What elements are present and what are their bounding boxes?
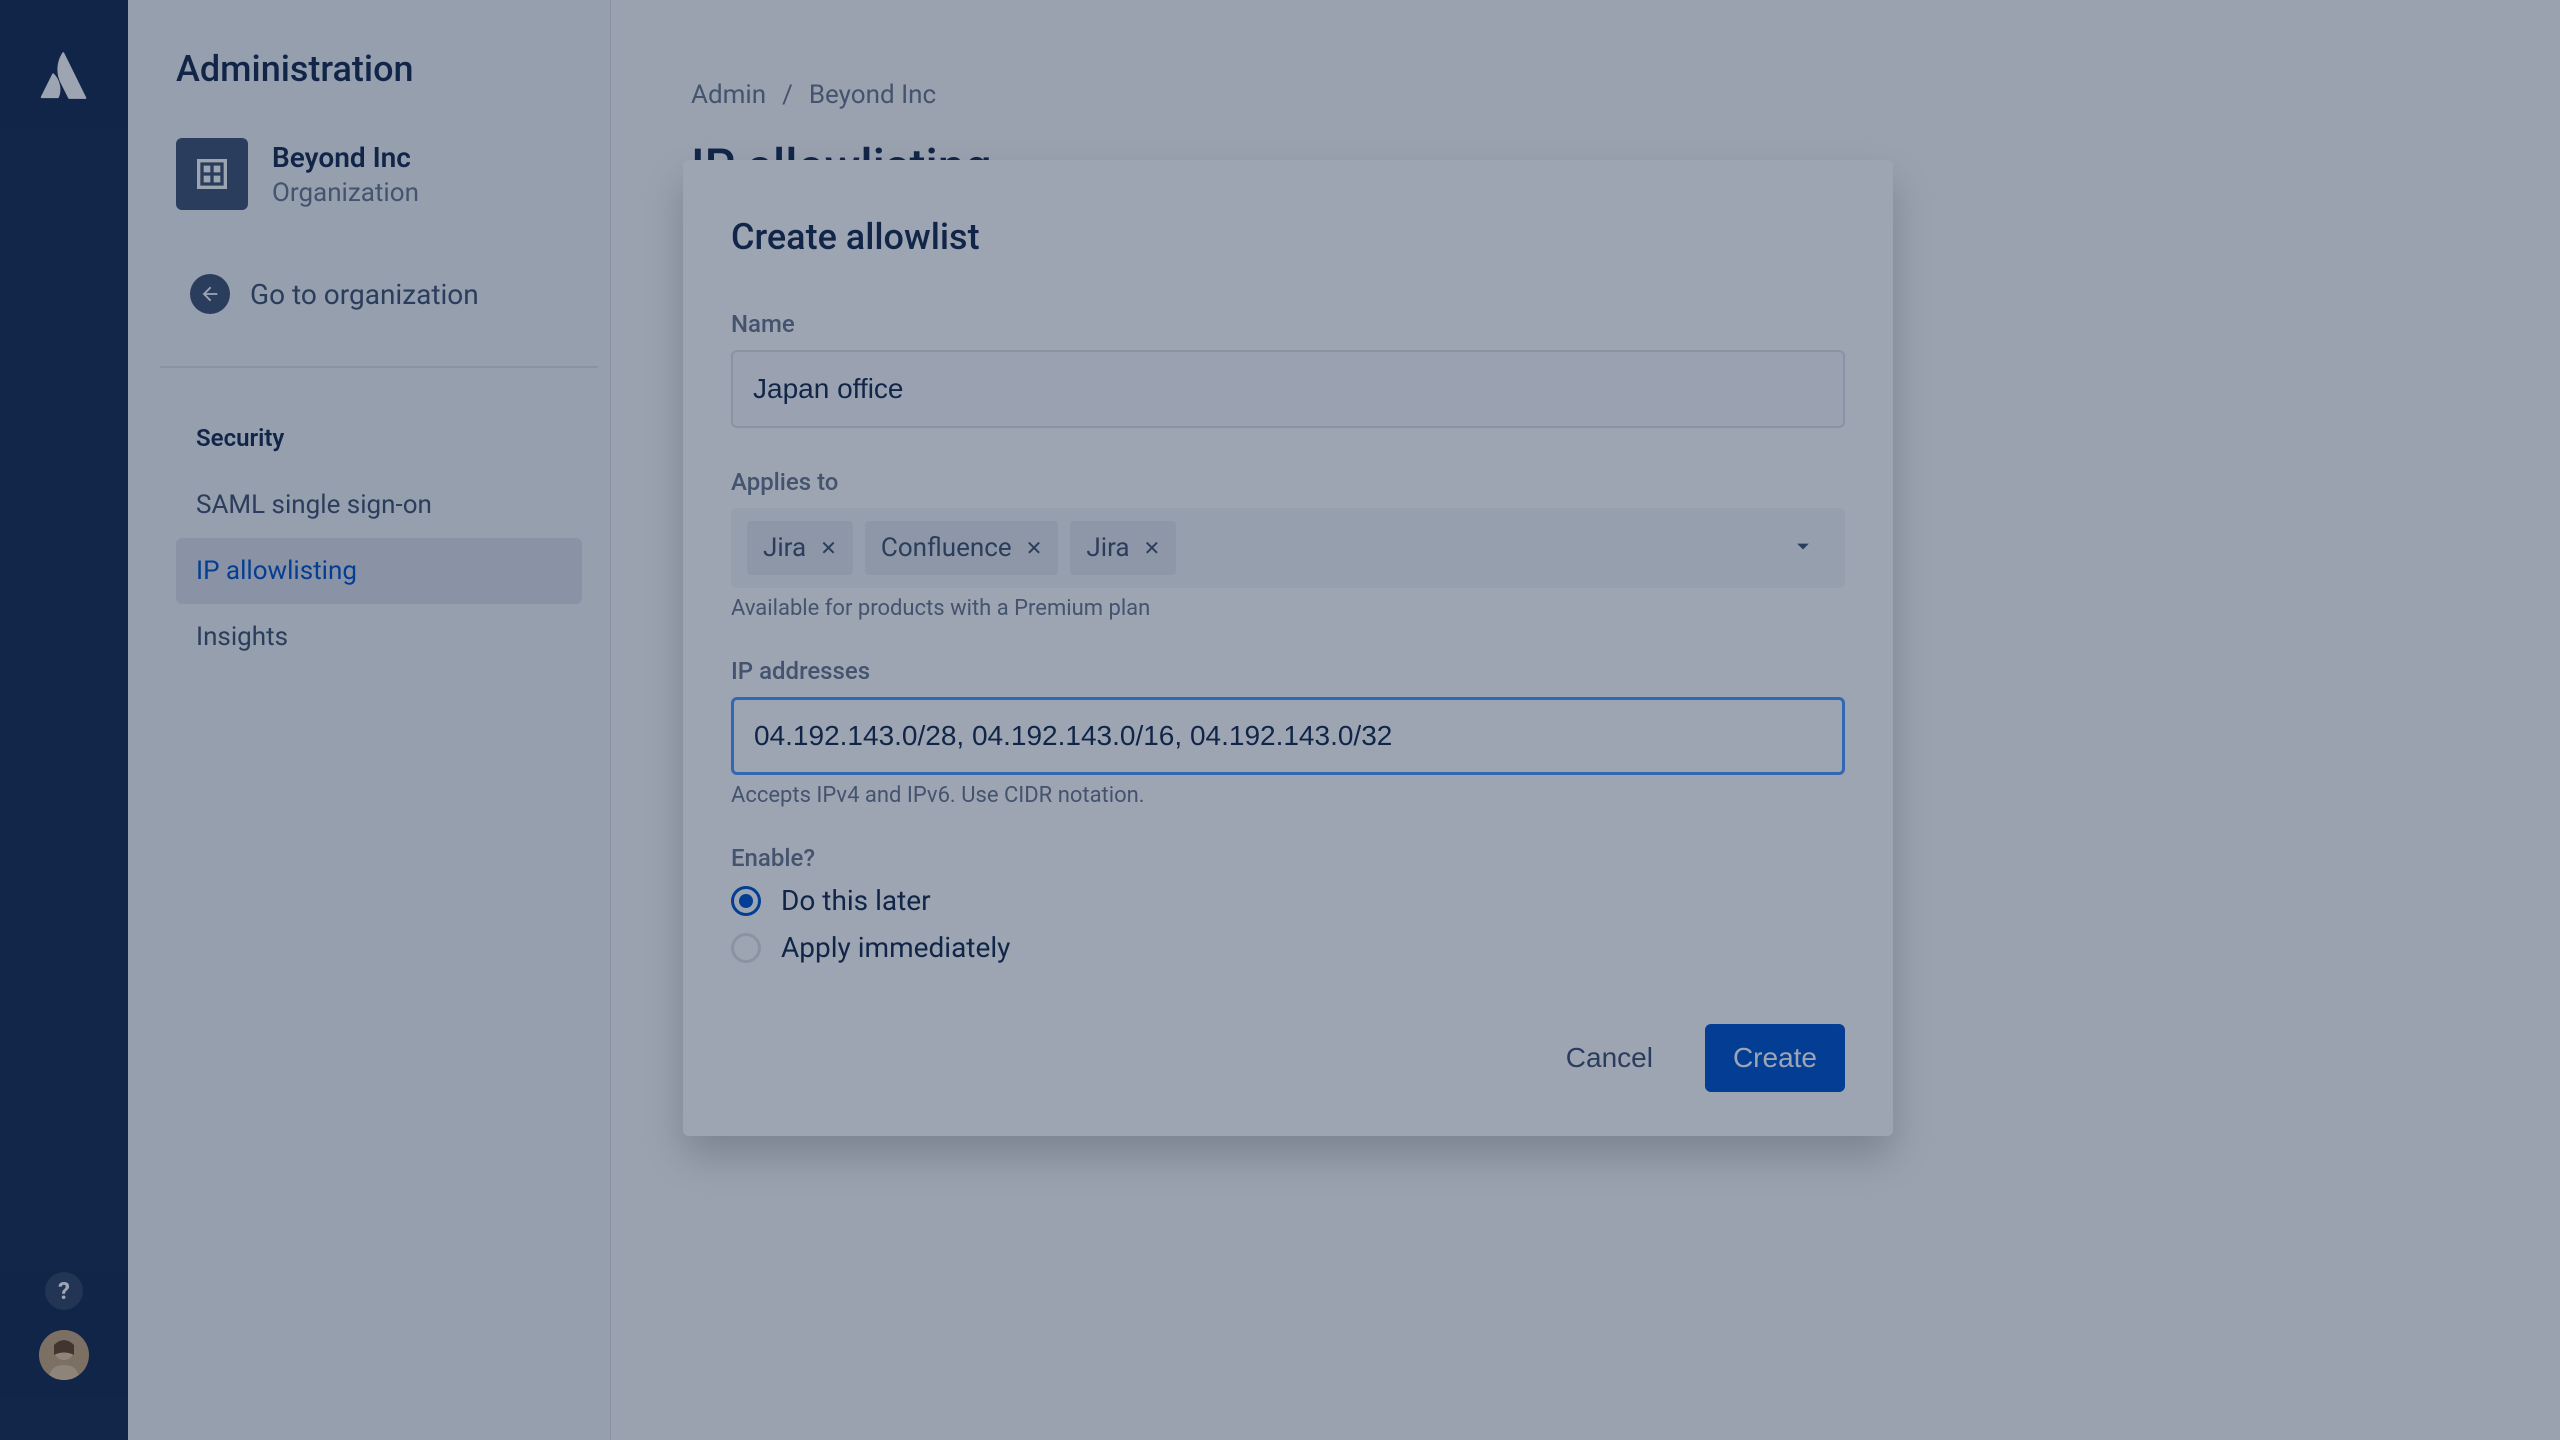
- modal-overlay[interactable]: [0, 0, 2560, 1440]
